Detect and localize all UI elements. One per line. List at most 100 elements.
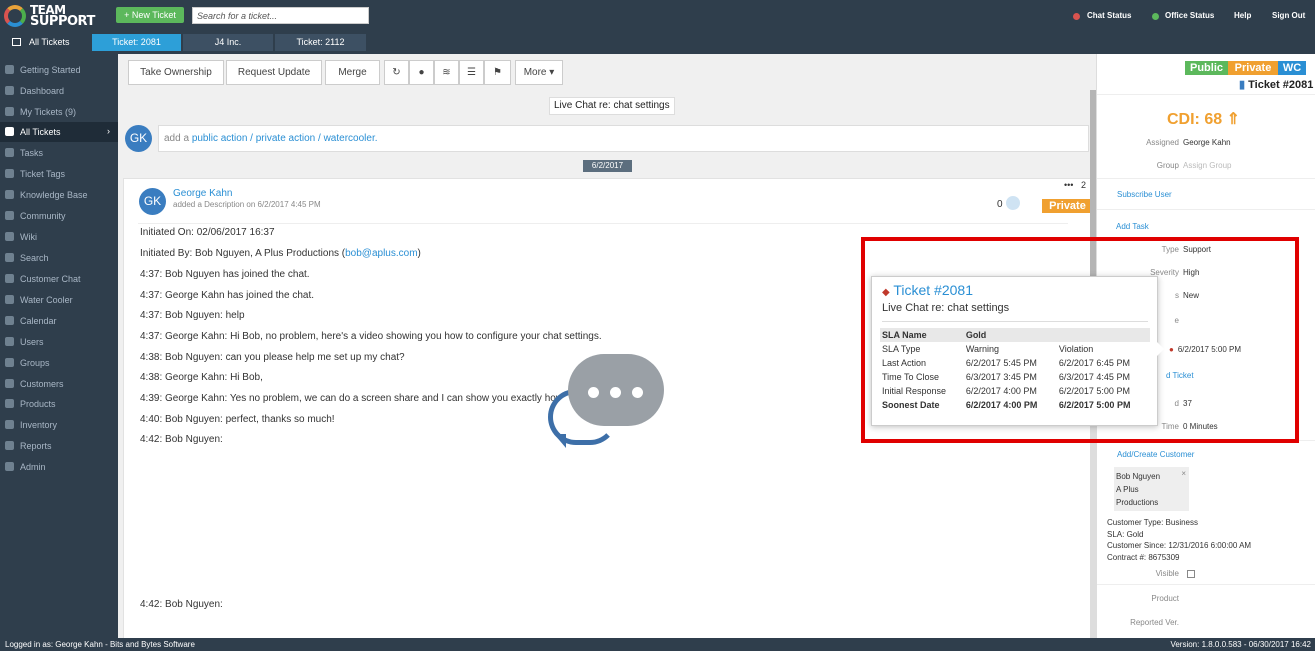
close-icon[interactable]: × (1181, 467, 1186, 480)
group-row[interactable]: Group Assign Group (1109, 161, 1232, 170)
new-ticket-button[interactable]: + New Ticket (116, 7, 184, 23)
subscribe-user-link[interactable]: Subscribe User (1117, 190, 1172, 199)
sidebar-item-water-cooler[interactable]: Water Cooler (0, 290, 118, 310)
tab-ticket-2081[interactable]: Ticket: 2081 (92, 34, 181, 51)
sidebar-item-label: Getting Started (20, 65, 81, 75)
chat-line: 4:37: Bob Nguyen has joined the chat. (140, 269, 310, 280)
field-label: Reported Ver. (1130, 618, 1179, 627)
divider (1097, 94, 1315, 95)
chat-line-text: Initiated By: Bob Nguyen, A Plus Product… (140, 248, 346, 259)
chat-line: 4:42: Bob Nguyen: (140, 434, 223, 445)
request-update-button[interactable]: Request Update (226, 60, 322, 85)
calendar-icon (5, 316, 14, 325)
product-row[interactable]: Product (1109, 594, 1179, 603)
public-action-link[interactable]: public action (192, 133, 248, 144)
add-action-box[interactable]: add a public action / private action / w… (158, 125, 1089, 152)
sidebar-item-groups[interactable]: Groups (0, 353, 118, 373)
action-more-menu[interactable]: ••• 2 (1064, 180, 1086, 190)
refresh-icon[interactable]: ↻ (384, 60, 409, 85)
office-status-dot-icon (1152, 13, 1159, 20)
sidebar-item-search[interactable]: Search (0, 248, 118, 268)
ticket-subject[interactable]: Live Chat re: chat settings (549, 97, 675, 115)
list-icon[interactable]: ☰ (459, 60, 484, 85)
sidebar-item-products[interactable]: Products (0, 394, 118, 414)
chat-status-dot-icon (1073, 13, 1080, 20)
visibility-private-badge[interactable]: Private (1228, 61, 1278, 75)
logo-text-support: SUPPORT (30, 14, 95, 29)
ticket-search-input[interactable] (192, 7, 369, 24)
book-icon (5, 232, 14, 241)
chat-line: Initiated On: 02/06/2017 16:37 (140, 227, 275, 238)
sidebar-item-all-tickets[interactable]: All Tickets › (0, 122, 118, 142)
merge-button[interactable]: Merge (325, 60, 380, 85)
visible-checkbox[interactable] (1187, 569, 1195, 578)
sidebar-item-tasks[interactable]: Tasks (0, 143, 118, 163)
team-support-logo[interactable]: TEAM SUPPORT (4, 3, 104, 29)
arrow-icon (5, 65, 14, 74)
add-create-customer-link[interactable]: Add/Create Customer (1117, 450, 1194, 459)
sidebar-item-calendar[interactable]: Calendar (0, 311, 118, 331)
sidebar-item-my-tickets[interactable]: My Tickets (9) (0, 102, 118, 122)
chart-icon (5, 441, 14, 450)
more-dropdown-button[interactable]: More ▾ (515, 60, 563, 85)
customer-since: Customer Since: 12/31/2016 6:00:00 AM (1107, 541, 1252, 550)
help-link[interactable]: Help (1234, 11, 1251, 20)
record-icon[interactable]: ● (409, 60, 434, 85)
sidebar-item-label: Search (20, 253, 49, 263)
sign-out-link[interactable]: Sign Out (1272, 11, 1305, 20)
sidebar-item-getting-started[interactable]: Getting Started (0, 60, 118, 80)
office-status-link[interactable]: Office Status (1165, 11, 1214, 20)
add-action-prefix: add a (164, 133, 192, 144)
customer-chip[interactable]: × Bob Nguyen A Plus Productions (1114, 467, 1189, 511)
sidebar-item-admin[interactable]: Admin (0, 457, 118, 477)
separator: / (247, 133, 256, 144)
search-icon (5, 253, 14, 262)
like-icon[interactable] (1006, 196, 1020, 210)
visibility-wc-badge[interactable]: WC (1278, 61, 1306, 75)
button-label: Merge (338, 67, 367, 78)
chat-status-link[interactable]: Chat Status (1087, 11, 1131, 20)
visible-row[interactable]: Visible (1109, 569, 1195, 578)
sidebar-item-reports[interactable]: Reports (0, 436, 118, 456)
tab-j4-inc[interactable]: J4 Inc. (183, 34, 273, 51)
sidebar-item-wiki[interactable]: Wiki (0, 227, 118, 247)
chat-bubble-tail-icon (554, 434, 566, 448)
author-avatar: GK (139, 188, 166, 215)
sidebar-item-users[interactable]: Users (0, 332, 118, 352)
group-icon (5, 358, 14, 367)
visibility-public-badge[interactable]: Public (1185, 61, 1228, 75)
logo-ring-icon (4, 5, 26, 27)
rss-icon[interactable]: ≋ (434, 60, 459, 85)
sidebar-item-knowledge-base[interactable]: Knowledge Base (0, 185, 118, 205)
sidebar-item-customer-chat[interactable]: Customer Chat (0, 269, 118, 289)
author-name-link[interactable]: George Kahn (173, 188, 233, 199)
take-ownership-button[interactable]: Take Ownership (128, 60, 224, 85)
field-value: Assign Group (1183, 161, 1232, 170)
sidebar-item-inventory[interactable]: Inventory (0, 415, 118, 435)
tab-ticket-2112[interactable]: Ticket: 2112 (275, 34, 366, 51)
sidebar-item-community[interactable]: Community (0, 206, 118, 226)
card-icon (5, 379, 14, 388)
version-text: Version: 1.8.0.0.583 - 06/30/2017 16:42 (1170, 640, 1311, 649)
sidebar-item-label: Ticket Tags (20, 169, 66, 179)
dot-icon (610, 387, 621, 398)
assigned-row[interactable]: Assigned George Kahn (1109, 138, 1231, 147)
chat-line: 4:37: George Kahn: Hi Bob, no problem, h… (140, 331, 602, 342)
add-task-link[interactable]: Add Task (1116, 222, 1149, 231)
flag-icon[interactable]: ⚑ (484, 60, 511, 85)
reported-version-row[interactable]: Reported Ver. (1109, 618, 1179, 627)
tab-all-tickets[interactable]: All Tickets (0, 34, 90, 51)
chat-line: 4:37: George Kahn has joined the chat. (140, 290, 315, 301)
sidebar-item-ticket-tags[interactable]: Ticket Tags (0, 164, 118, 184)
ticket-number-text: Ticket #2081 (1248, 79, 1314, 91)
email-link[interactable]: bob@aplus.com (345, 248, 417, 259)
private-action-link[interactable]: private action (256, 133, 315, 144)
tabs-bar: All Tickets Ticket: 2081 J4 Inc. Ticket:… (0, 33, 1315, 54)
sidebar-item-customers[interactable]: Customers (0, 374, 118, 394)
sidebar-item-dashboard[interactable]: Dashboard (0, 81, 118, 101)
status-bar: Logged in as: George Kahn - Bits and Byt… (0, 638, 1315, 651)
ticket-number: ▮ Ticket #2081 (1239, 78, 1313, 91)
sidebar-item-label: Admin (20, 462, 46, 472)
watercooler-link[interactable]: watercooler. (324, 133, 378, 144)
sidebar-item-label: Knowledge Base (20, 190, 88, 200)
